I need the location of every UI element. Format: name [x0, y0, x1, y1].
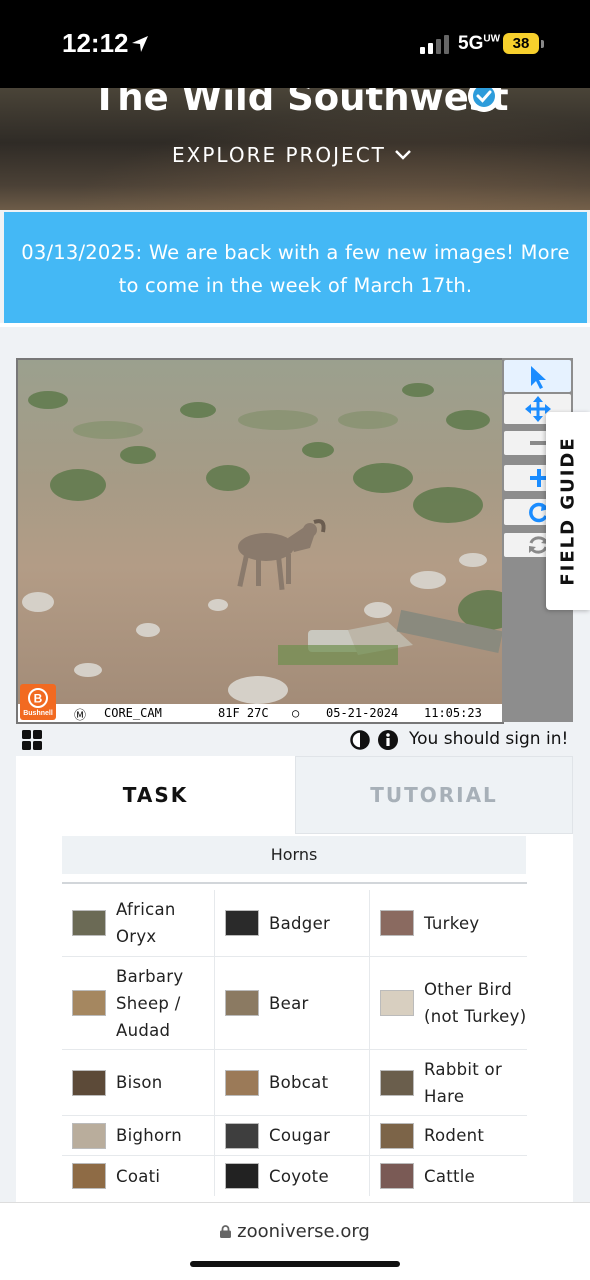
bushnell-logo-icon: B Bushnell — [23, 688, 53, 717]
subject-image-viewer[interactable]: Ⓜ CORE_CAM 81F 27C ○ 05-21-2024 11:05:23… — [16, 358, 504, 724]
choice-thumbnail — [72, 1163, 106, 1189]
tab-tutorial[interactable]: TUTORIAL — [295, 756, 573, 834]
choice-label: Bighorn — [116, 1126, 182, 1145]
announcement-line-2: to come in the week of March 17th. — [118, 274, 473, 297]
choice-rodent[interactable]: Rodent — [370, 1116, 527, 1156]
chevron-down-icon — [395, 150, 411, 160]
battery-tip — [541, 40, 544, 48]
field-guide-tab[interactable]: FIELD GUIDE — [546, 412, 590, 610]
svg-text:Bushnell: Bushnell — [23, 710, 53, 717]
field-guide-label: FIELD GUIDE — [557, 436, 579, 586]
choice-bighorn[interactable]: Bighorn — [62, 1116, 215, 1156]
choice-bison[interactable]: Bison — [62, 1050, 215, 1116]
choice-thumbnail — [380, 1163, 414, 1189]
choice-turkey[interactable]: Turkey — [370, 890, 527, 957]
choice-thumbnail — [225, 1163, 259, 1189]
choice-cattle[interactable]: Cattle — [370, 1156, 527, 1196]
camera-name: CORE_CAM — [104, 706, 162, 720]
choice-label: Badger — [269, 913, 331, 933]
choice-label: African Oryx — [116, 900, 176, 946]
status-time: 12:12 — [62, 28, 129, 58]
choice-label: Coyote — [269, 1166, 329, 1186]
choice-thumbnail — [72, 910, 106, 936]
choice-thumbnail — [72, 1069, 106, 1096]
project-title[interactable]: The Wild Southwest — [92, 88, 509, 119]
choice-african-oryx[interactable]: African Oryx — [62, 890, 215, 957]
choice-thumbnail — [380, 1069, 414, 1096]
choice-label: Coati — [116, 1166, 161, 1186]
camera-date: 05-21-2024 — [326, 706, 399, 720]
choice-coyote[interactable]: Coyote — [215, 1156, 370, 1196]
choice-label: Bear — [269, 993, 309, 1013]
subject-meta-row: You should sign in! — [16, 728, 578, 752]
filter-divider — [62, 882, 527, 884]
choice-badger[interactable]: Badger — [215, 890, 370, 957]
choice-bobcat[interactable]: Bobcat — [215, 1050, 370, 1116]
choice-label: Barbary Sheep / Audad — [116, 966, 184, 1040]
choice-thumbnail — [225, 910, 259, 936]
choice-rabbit-or-hare[interactable]: Rabbit or Hare — [370, 1050, 527, 1116]
choice-thumbnail — [380, 1122, 414, 1149]
choice-thumbnail — [225, 1069, 259, 1096]
location-arrow-icon — [132, 36, 148, 52]
camera-temperature: 81F 27C — [218, 706, 269, 720]
choice-label: Turkey — [424, 913, 480, 933]
choice-bear[interactable]: Bear — [215, 957, 370, 1050]
lock-icon — [220, 1225, 232, 1238]
choice-cougar[interactable]: Cougar — [215, 1116, 370, 1156]
camera-indicator-icon: ○ — [292, 706, 300, 720]
choice-label: Bobcat — [269, 1073, 329, 1092]
announcement-line-1: 03/13/2025: We are back with a few new i… — [21, 241, 570, 264]
svg-text:B: B — [34, 692, 43, 706]
choice-label: Other Bird (not Turkey) — [424, 980, 527, 1026]
choice-label: Cattle — [424, 1166, 476, 1186]
metadata-grid-icon[interactable] — [22, 730, 42, 750]
announcement-banner: 03/13/2025: We are back with a few new i… — [4, 212, 587, 323]
filter-horns[interactable]: Horns — [62, 836, 526, 874]
status-bar: 12:12 5GUW 38 — [0, 0, 590, 88]
camera-info-strip: Ⓜ CORE_CAM 81F 27C ○ 05-21-2024 11:05:23 — [18, 704, 502, 722]
contrast-icon[interactable] — [350, 730, 370, 750]
subject-image — [18, 360, 502, 704]
task-panel: TASK TUTORIAL Horns African Oryx Badger Tur… — [16, 756, 573, 1216]
choice-thumbnail — [225, 1122, 259, 1149]
annotate-pointer-button[interactable] — [504, 360, 571, 392]
bushnell-logo: B Bushnell — [20, 684, 56, 720]
choice-thumbnail — [380, 910, 414, 936]
choice-thumbnail — [225, 990, 259, 1016]
choice-other-bird-not-turkey[interactable]: Other Bird (not Turkey) — [370, 957, 527, 1050]
choice-label: Cougar — [269, 1126, 331, 1145]
choice-label: Rodent — [424, 1126, 485, 1145]
explore-project-button[interactable]: EXPLORE PROJECT — [172, 143, 412, 167]
battery-level: 38 — [503, 33, 539, 54]
choice-label: Bison — [116, 1073, 163, 1092]
home-indicator[interactable] — [190, 1261, 400, 1267]
info-icon[interactable] — [378, 730, 398, 750]
signal-bars-icon — [420, 35, 449, 54]
explore-project-label: EXPLORE PROJECT — [172, 143, 386, 167]
pointer-icon — [531, 366, 546, 389]
network-label: 5GUW — [458, 33, 501, 54]
tab-task[interactable]: TASK — [16, 756, 295, 834]
choice-thumbnail — [72, 990, 106, 1016]
project-banner: The Wild Southwest EXPLORE PROJECT — [0, 88, 590, 210]
choice-thumbnail — [72, 1122, 106, 1149]
url-text: zooniverse.org — [237, 1221, 370, 1242]
browser-bottom-bar: zooniverse.org — [0, 1202, 590, 1280]
divider — [0, 323, 590, 327]
choice-thumbnail — [380, 990, 414, 1016]
choice-barbary-sheep-audad[interactable]: Barbary Sheep / Audad — [62, 957, 215, 1050]
sign-in-prompt[interactable]: You should sign in! — [409, 729, 568, 749]
choice-label: Rabbit or Hare — [424, 1059, 503, 1106]
address-bar[interactable]: zooniverse.org — [0, 1221, 590, 1242]
choice-coati[interactable]: Coati — [62, 1156, 215, 1196]
moon-phase-icon: Ⓜ — [74, 708, 87, 722]
camera-time: 11:05:23 — [424, 706, 482, 720]
